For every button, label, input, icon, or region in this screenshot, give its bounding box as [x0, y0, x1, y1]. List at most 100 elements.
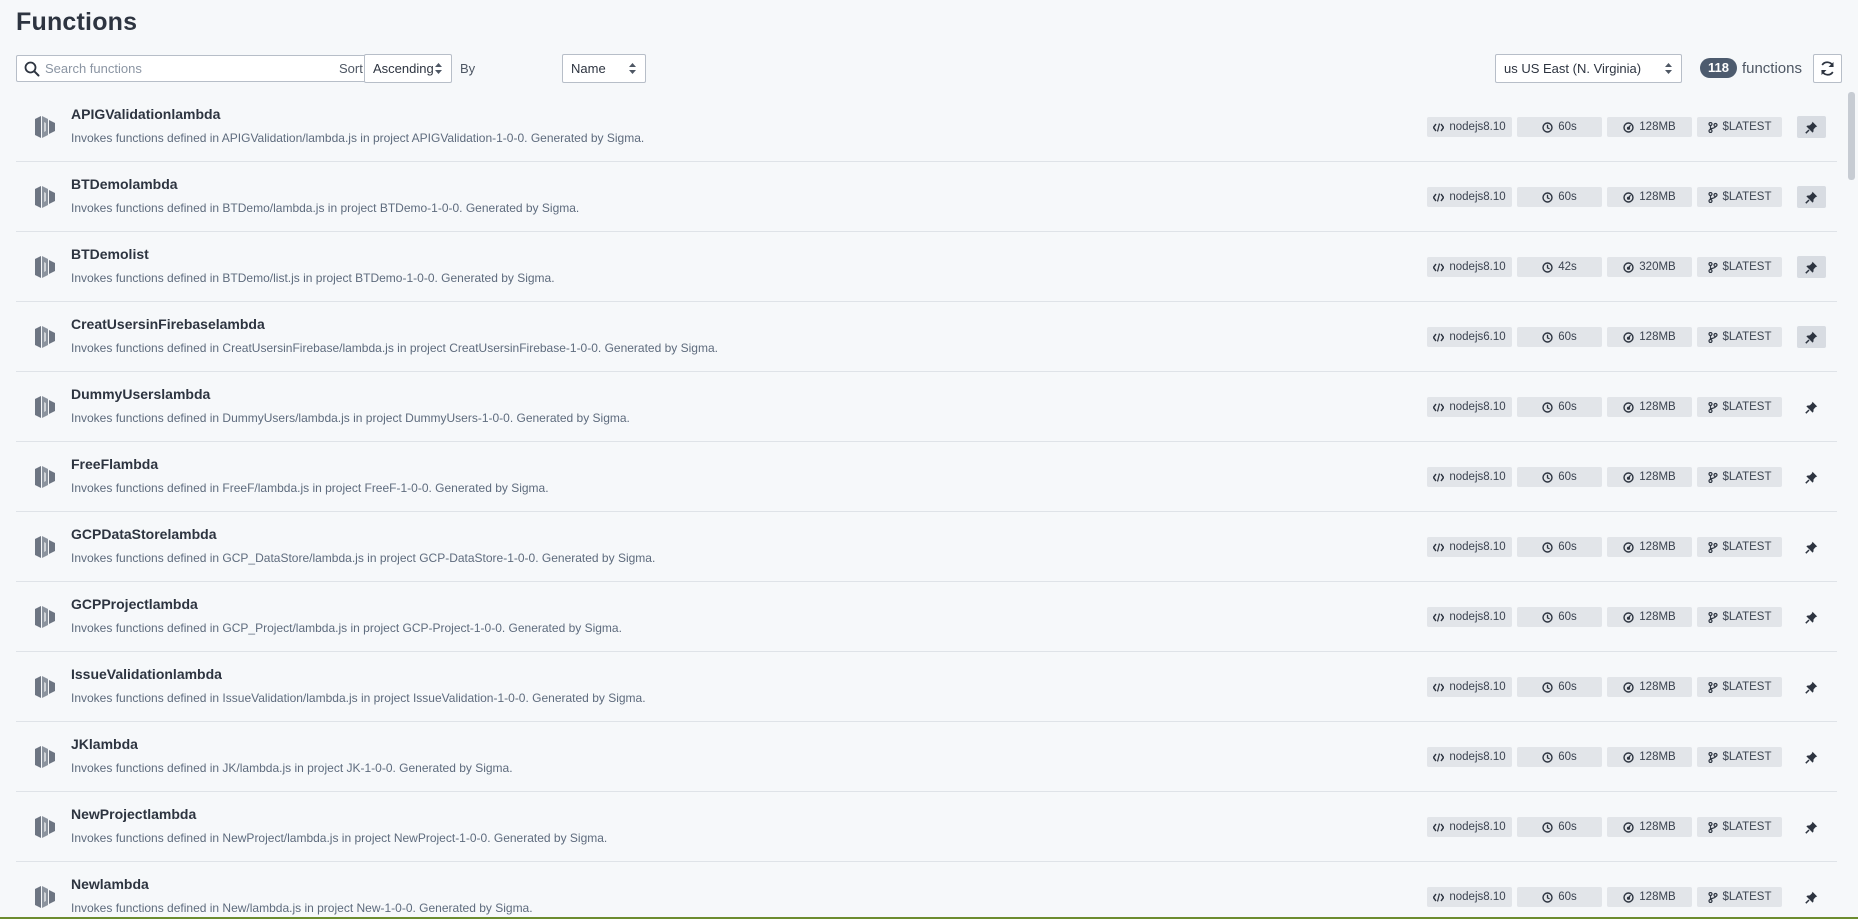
function-name[interactable]: NewProjectlambda — [71, 806, 196, 822]
pin-icon — [1805, 821, 1818, 834]
pin-button[interactable] — [1797, 816, 1826, 838]
runtime-chip: nodejs8.10 — [1427, 467, 1512, 487]
refresh-button[interactable] — [1813, 54, 1842, 83]
pin-button[interactable] — [1797, 466, 1826, 488]
function-name[interactable]: Newlambda — [71, 876, 149, 892]
runtime-chip: nodejs8.10 — [1427, 677, 1512, 697]
lambda-function-icon — [35, 326, 55, 348]
sort-by-select[interactable]: Name — [562, 54, 646, 83]
memory-value: 128MB — [1639, 821, 1676, 833]
function-name[interactable]: GCPProjectlambda — [71, 596, 198, 612]
pin-button[interactable] — [1797, 326, 1826, 348]
list-scrollbar[interactable] — [1848, 92, 1855, 919]
function-row[interactable]: IssueValidationlambda Invokes functions d… — [16, 652, 1837, 722]
pin-button[interactable] — [1797, 606, 1826, 628]
select-caret-icon — [1665, 63, 1672, 74]
clock-icon — [1542, 751, 1553, 763]
runtime-chip: nodejs8.10 — [1427, 537, 1512, 557]
function-name[interactable]: CreatUsersinFirebaselambda — [71, 316, 265, 332]
pin-icon — [1805, 261, 1818, 274]
function-name[interactable]: BTDemolambda — [71, 176, 178, 192]
function-name[interactable]: JKlambda — [71, 736, 138, 752]
memory-icon — [1623, 471, 1634, 483]
lambda-function-icon — [35, 466, 55, 488]
function-row[interactable]: GCPDataStorelambda Invokes functions defi… — [16, 512, 1837, 582]
pin-button[interactable] — [1797, 746, 1826, 768]
search-input[interactable] — [45, 56, 375, 81]
refresh-icon — [1821, 61, 1834, 76]
function-row[interactable]: APIGValidationlambda Invokes functions de… — [16, 92, 1837, 162]
search-box[interactable] — [16, 55, 380, 82]
pin-button[interactable] — [1797, 676, 1826, 698]
memory-value: 128MB — [1639, 541, 1676, 553]
pin-button[interactable] — [1797, 116, 1826, 138]
pin-button[interactable] — [1797, 256, 1826, 278]
lambda-function-icon — [35, 256, 55, 278]
branch-icon — [1707, 751, 1718, 763]
memory-value: 128MB — [1639, 751, 1676, 763]
version-chip: $LATEST — [1697, 397, 1782, 417]
memory-icon — [1623, 261, 1634, 273]
region-select[interactable]: us US East (N. Virginia) — [1495, 54, 1682, 83]
clock-icon — [1542, 541, 1553, 553]
memory-value: 320MB — [1639, 261, 1676, 273]
code-icon — [1433, 332, 1445, 342]
function-row[interactable]: BTDemolist Invokes functions defined in B… — [16, 232, 1837, 302]
function-row[interactable]: DummyUserslambda Invokes functions define… — [16, 372, 1837, 442]
timeout-chip: 60s — [1517, 747, 1602, 767]
function-row[interactable]: NewProjectlambda Invokes functions define… — [16, 792, 1837, 862]
pin-button[interactable] — [1797, 536, 1826, 558]
function-description: Invokes functions defined in New/lambda.… — [71, 901, 533, 915]
count-badge: 118 — [1699, 58, 1737, 78]
code-icon — [1433, 752, 1445, 762]
function-description: Invokes functions defined in BTDemo/lamb… — [71, 201, 580, 215]
runtime-chip: nodejs8.10 — [1427, 887, 1512, 907]
memory-icon — [1623, 541, 1634, 553]
function-name[interactable]: DummyUserslambda — [71, 386, 210, 402]
version-value: $LATEST — [1722, 611, 1772, 623]
version-value: $LATEST — [1722, 681, 1772, 693]
function-count: 118 functions — [1699, 56, 1802, 80]
function-name[interactable]: BTDemolist — [71, 246, 149, 262]
memory-icon — [1623, 681, 1634, 693]
lambda-function-icon — [35, 816, 55, 838]
sort-order-value: Ascending — [373, 61, 434, 76]
runtime-value: nodejs8.10 — [1449, 471, 1506, 483]
timeout-value: 60s — [1558, 611, 1577, 623]
timeout-chip: 60s — [1517, 327, 1602, 347]
version-chip: $LATEST — [1697, 327, 1782, 347]
pin-button[interactable] — [1797, 186, 1826, 208]
function-row[interactable]: Newlambda Invokes functions defined in Ne… — [16, 862, 1837, 919]
clock-icon — [1542, 611, 1553, 623]
version-value: $LATEST — [1722, 121, 1772, 133]
timeout-chip: 60s — [1517, 117, 1602, 137]
clock-icon — [1542, 891, 1553, 903]
branch-icon — [1707, 401, 1718, 413]
lambda-function-icon — [35, 886, 55, 908]
function-name[interactable]: GCPDataStorelambda — [71, 526, 216, 542]
pin-icon — [1805, 541, 1818, 554]
function-row[interactable]: BTDemolambda Invokes functions defined in… — [16, 162, 1837, 232]
timeout-value: 42s — [1558, 261, 1577, 273]
function-name[interactable]: IssueValidationlambda — [71, 666, 222, 682]
lambda-function-icon — [35, 186, 55, 208]
memory-value: 128MB — [1639, 891, 1676, 903]
function-name[interactable]: APIGValidationlambda — [71, 106, 220, 122]
function-row[interactable]: CreatUsersinFirebaselambda Invokes functi… — [16, 302, 1837, 372]
function-row[interactable]: JKlambda Invokes functions defined in JK/… — [16, 722, 1837, 792]
memory-icon — [1623, 611, 1634, 623]
runtime-value: nodejs8.10 — [1449, 611, 1506, 623]
sort-order-select[interactable]: Ascending — [364, 54, 452, 83]
pin-button[interactable] — [1797, 396, 1826, 418]
function-row[interactable]: FreeFlambda Invokes functions defined in … — [16, 442, 1837, 512]
pin-button[interactable] — [1797, 886, 1826, 908]
sort-by-value: Name — [571, 61, 606, 76]
timeout-chip: 60s — [1517, 467, 1602, 487]
runtime-chip: nodejs8.10 — [1427, 397, 1512, 417]
code-icon — [1433, 472, 1445, 482]
function-name[interactable]: FreeFlambda — [71, 456, 158, 472]
memory-chip: 128MB — [1607, 117, 1692, 137]
scrollbar-thumb[interactable] — [1848, 92, 1855, 180]
version-chip: $LATEST — [1697, 117, 1782, 137]
function-row[interactable]: GCPProjectlambda Invokes functions define… — [16, 582, 1837, 652]
